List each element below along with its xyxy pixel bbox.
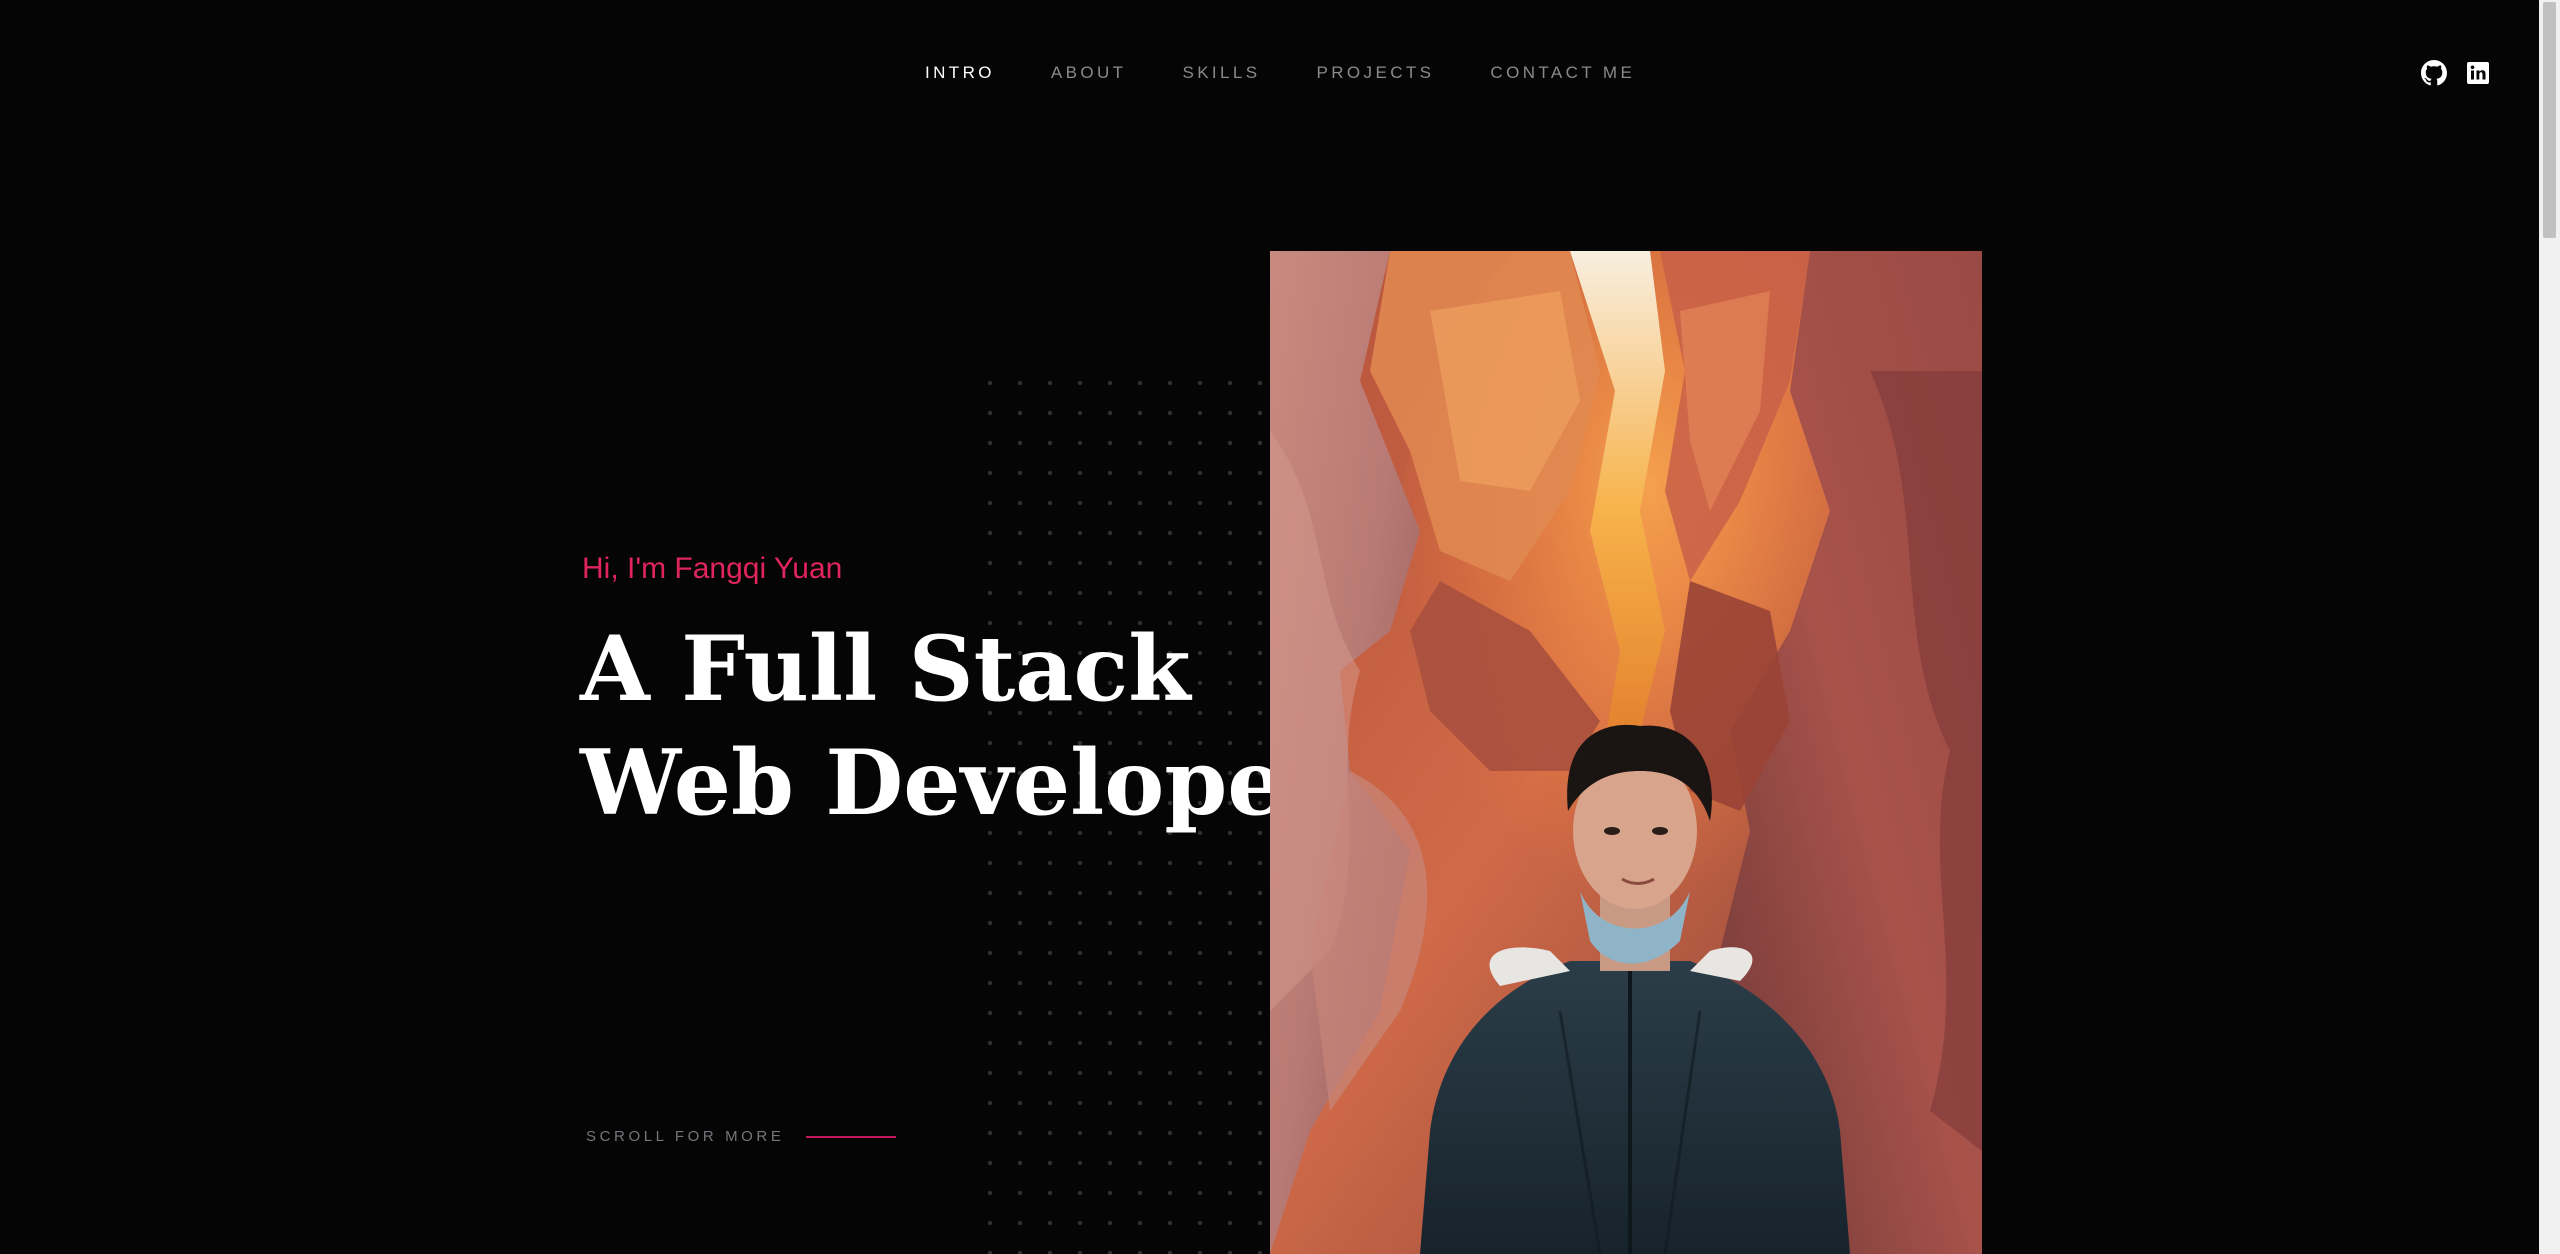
scrollbar[interactable] <box>2539 0 2560 1254</box>
portrait-photo <box>1270 251 1982 1254</box>
nav-menu: INTRO ABOUT SKILLS PROJECTS CONTACT ME <box>925 60 1635 86</box>
headline-line-1: A Full Stack <box>580 616 1191 722</box>
github-link[interactable] <box>2421 60 2447 86</box>
page: INTRO ABOUT SKILLS PROJECTS CONTACT ME H… <box>0 0 2539 1254</box>
scroll-hint-line <box>806 1135 897 1138</box>
nav-item-projects[interactable]: PROJECTS <box>1317 63 1435 83</box>
headline-line-2: Web Developer <box>580 730 1332 836</box>
hero-headline: A Full Stack Web Developer <box>580 612 1332 840</box>
top-navigation: INTRO ABOUT SKILLS PROJECTS CONTACT ME <box>0 60 2539 86</box>
scroll-hint[interactable]: SCROLL FOR MORE <box>586 1128 897 1145</box>
nav-item-contact-me[interactable]: CONTACT ME <box>1490 63 1635 83</box>
github-icon <box>2421 60 2447 86</box>
social-links <box>2421 60 2491 86</box>
scrollbar-thumb[interactable] <box>2543 2 2556 238</box>
nav-item-skills[interactable]: SKILLS <box>1182 63 1260 83</box>
linkedin-link[interactable] <box>2465 60 2491 86</box>
nav-item-about[interactable]: ABOUT <box>1051 63 1127 83</box>
scroll-hint-label: SCROLL FOR MORE <box>586 1128 785 1145</box>
hero-greeting: Hi, I'm Fangqi Yuan <box>582 552 843 585</box>
nav-item-intro[interactable]: INTRO <box>925 63 995 83</box>
linkedin-icon <box>2467 62 2489 84</box>
